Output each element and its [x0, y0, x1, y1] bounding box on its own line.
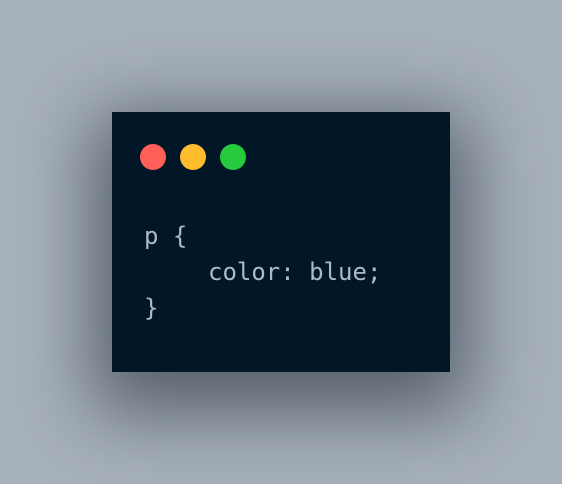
code-line-declaration: color: blue; [208, 258, 382, 286]
window-controls [140, 144, 246, 170]
code-line-selector: p { [144, 222, 188, 250]
zoom-dot-icon[interactable] [220, 144, 246, 170]
code-window: p { color: blue;} [112, 112, 450, 372]
code-block: p { color: blue;} [144, 218, 381, 326]
code-line-closing-brace: } [144, 294, 159, 322]
minimize-dot-icon[interactable] [180, 144, 206, 170]
close-dot-icon[interactable] [140, 144, 166, 170]
